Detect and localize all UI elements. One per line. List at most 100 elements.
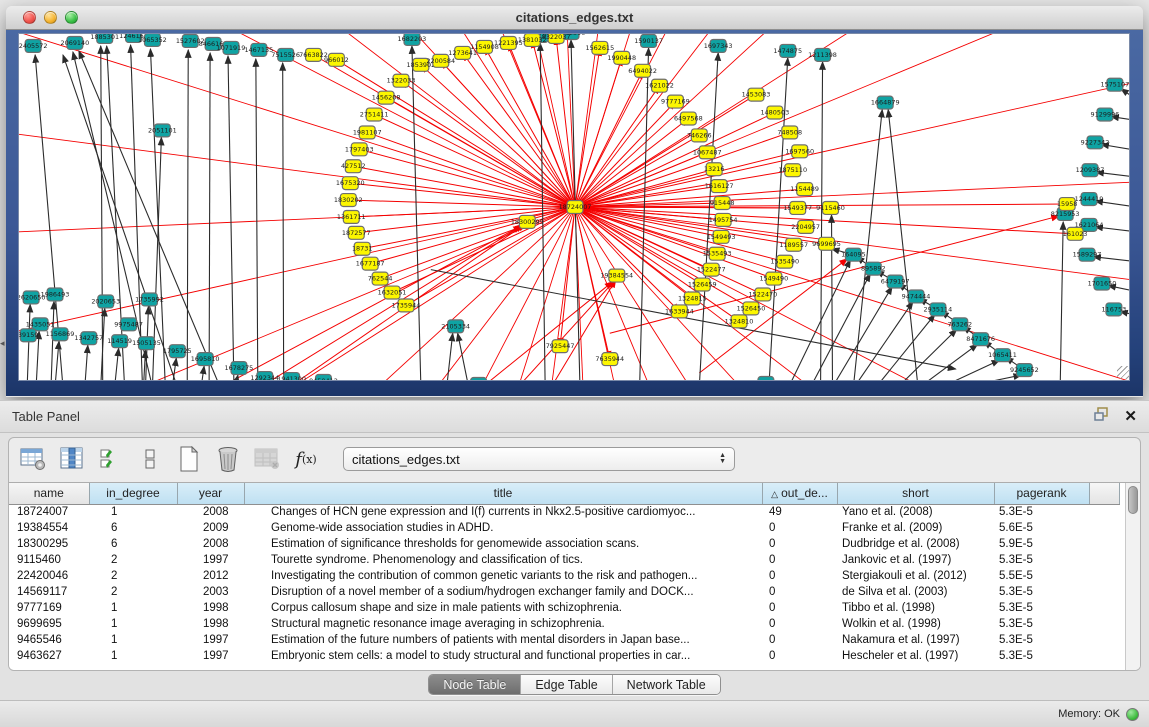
graph-node-label: 15958 bbox=[1057, 200, 1078, 208]
graph-edge[interactable] bbox=[187, 50, 188, 381]
table-row[interactable]: 1456911722003Disruption of a novel membe… bbox=[9, 584, 1119, 600]
table-cell: de Silva et al. (2003) bbox=[837, 584, 994, 600]
table-row[interactable]: 2242004622012Investigating the contribut… bbox=[9, 568, 1119, 584]
table-cell: Embryonic stem cells: a model to study s… bbox=[244, 648, 762, 664]
network-window-titlebar[interactable]: citations_edges.txt bbox=[6, 6, 1143, 30]
table-scrollbar[interactable] bbox=[1125, 483, 1140, 670]
graph-node-label: 6494022 bbox=[628, 67, 657, 75]
graph-node-label: 1632051 bbox=[378, 288, 407, 296]
delete-table-icon[interactable] bbox=[253, 445, 281, 473]
table-row[interactable]: 1830029562008Estimation of significance … bbox=[9, 536, 1119, 552]
column-header-pagerank[interactable]: pagerank bbox=[994, 483, 1089, 504]
table-select[interactable]: citations_edges.txt ▲▼ bbox=[343, 447, 735, 471]
graph-edge[interactable] bbox=[575, 207, 994, 381]
graph-edge[interactable] bbox=[374, 115, 575, 207]
column-header-title[interactable]: title bbox=[244, 483, 762, 504]
graph-node-label: 1522477 bbox=[697, 266, 726, 274]
network-canvas[interactable]: 2405572206914018853011246164106535215276… bbox=[18, 33, 1130, 381]
graph-edge[interactable] bbox=[85, 345, 88, 381]
graph-edge[interactable] bbox=[575, 158, 1130, 207]
graph-edge[interactable] bbox=[351, 207, 575, 217]
graph-edge[interactable] bbox=[458, 333, 469, 381]
graph-edge[interactable] bbox=[201, 366, 204, 381]
graph-edge[interactable] bbox=[920, 344, 978, 381]
rows-icon[interactable] bbox=[136, 445, 164, 473]
graph-node-label: 1697560 bbox=[785, 147, 814, 155]
graph-edge[interactable] bbox=[115, 348, 119, 381]
graph-node-label: 1682203 bbox=[398, 35, 427, 43]
graph-node-label: 114519 bbox=[107, 337, 132, 345]
table-settings-icon[interactable] bbox=[19, 445, 47, 473]
table-cell-filler bbox=[1089, 504, 1119, 520]
graph-edge[interactable] bbox=[441, 61, 575, 207]
graph-edge[interactable] bbox=[640, 48, 649, 381]
table-row[interactable]: 946554611997Estimation of the future num… bbox=[9, 632, 1119, 648]
column-header-short[interactable]: short bbox=[837, 483, 994, 504]
column-header-out_de[interactable]: △out_de... bbox=[762, 483, 837, 504]
graph-edge[interactable] bbox=[283, 63, 284, 381]
graph-edge[interactable] bbox=[789, 260, 851, 381]
graph-node-label: 427512 bbox=[341, 162, 366, 170]
graph-edge[interactable] bbox=[483, 282, 613, 381]
table-cell: Estimation of the future numbers of pati… bbox=[244, 632, 762, 648]
graph-edge[interactable] bbox=[964, 375, 1022, 381]
table-row[interactable]: 977716911998Corpus callosum shape and si… bbox=[9, 600, 1119, 616]
graph-edge[interactable] bbox=[853, 110, 882, 381]
graph-edge[interactable] bbox=[575, 207, 785, 262]
delete-column-icon[interactable] bbox=[214, 445, 242, 473]
tab-edge-table[interactable]: Edge Table bbox=[521, 675, 612, 694]
graph-edge[interactable] bbox=[560, 207, 575, 346]
graph-node-label: 9975487 bbox=[114, 320, 143, 328]
function-builder-icon[interactable]: f(x) bbox=[292, 445, 320, 473]
graph-edge[interactable] bbox=[27, 304, 30, 381]
graph-edge[interactable] bbox=[380, 207, 575, 279]
column-header-name[interactable]: name bbox=[9, 483, 89, 504]
table-row[interactable]: 1938455462009Genome-wide association stu… bbox=[9, 520, 1119, 536]
graph-node-label: 13216 bbox=[704, 165, 725, 173]
new-column-icon[interactable] bbox=[175, 445, 203, 473]
graph-edge[interactable] bbox=[63, 55, 177, 381]
graph-node-label: 1986493 bbox=[41, 290, 70, 298]
graph-edge[interactable] bbox=[228, 56, 234, 381]
float-panel-icon[interactable] bbox=[1094, 407, 1110, 427]
table-row[interactable]: 1872400712008Changes of HCN gene express… bbox=[9, 504, 1119, 520]
graph-node-label: 7515526 bbox=[271, 51, 300, 59]
graph-edge[interactable] bbox=[540, 43, 545, 381]
graph-edge[interactable] bbox=[575, 132, 790, 207]
graph-node-label: 2935114 bbox=[924, 305, 953, 313]
graph-edge[interactable] bbox=[876, 314, 935, 381]
table-scrollbar-thumb[interactable] bbox=[1128, 486, 1138, 514]
memory-status-label: Memory: OK bbox=[1058, 708, 1120, 720]
graph-node-label: 1678275 bbox=[225, 364, 254, 372]
table-row[interactable]: 946362711997Embryonic stem cells: a mode… bbox=[9, 648, 1119, 664]
table-cell: 0 bbox=[762, 648, 837, 664]
tab-node-table[interactable]: Node Table bbox=[429, 675, 521, 694]
graph-node-label: 1209387 bbox=[1076, 166, 1105, 174]
graph-edge[interactable] bbox=[811, 274, 871, 381]
table-row[interactable]: 911546021997Tourette syndrome. Phenomeno… bbox=[9, 552, 1119, 568]
collapse-panel-arrow-icon[interactable]: ◂ bbox=[0, 338, 5, 349]
table-row[interactable]: 969969511998Structural magnetic resonanc… bbox=[9, 616, 1119, 632]
graph-edge[interactable] bbox=[101, 46, 103, 381]
graph-edge[interactable] bbox=[942, 360, 1000, 381]
row-select-icon[interactable] bbox=[97, 445, 125, 473]
column-visibility-icon[interactable] bbox=[58, 445, 86, 473]
graph-edge[interactable] bbox=[575, 119, 688, 207]
graph-edge[interactable] bbox=[854, 301, 913, 381]
graph-edge[interactable] bbox=[209, 53, 210, 381]
graph-edge[interactable] bbox=[51, 301, 54, 381]
column-header-in_degree[interactable]: in_degree bbox=[89, 483, 177, 504]
graph-edge[interactable] bbox=[898, 329, 957, 381]
close-panel-icon[interactable]: ✕ bbox=[1124, 409, 1137, 424]
resize-grip-icon[interactable] bbox=[1117, 366, 1130, 379]
graph-edge[interactable] bbox=[232, 226, 521, 381]
graph-node-label: 1981107 bbox=[353, 128, 382, 136]
graph-edge[interactable] bbox=[235, 375, 238, 381]
graph-edge[interactable] bbox=[821, 62, 823, 381]
graph-edge[interactable] bbox=[79, 51, 220, 381]
graph-edge[interactable] bbox=[575, 207, 1130, 381]
tab-network-table[interactable]: Network Table bbox=[613, 675, 720, 694]
column-header-year[interactable]: year bbox=[177, 483, 244, 504]
graph-edge[interactable] bbox=[1060, 222, 1063, 381]
graph-edge[interactable] bbox=[55, 341, 59, 381]
